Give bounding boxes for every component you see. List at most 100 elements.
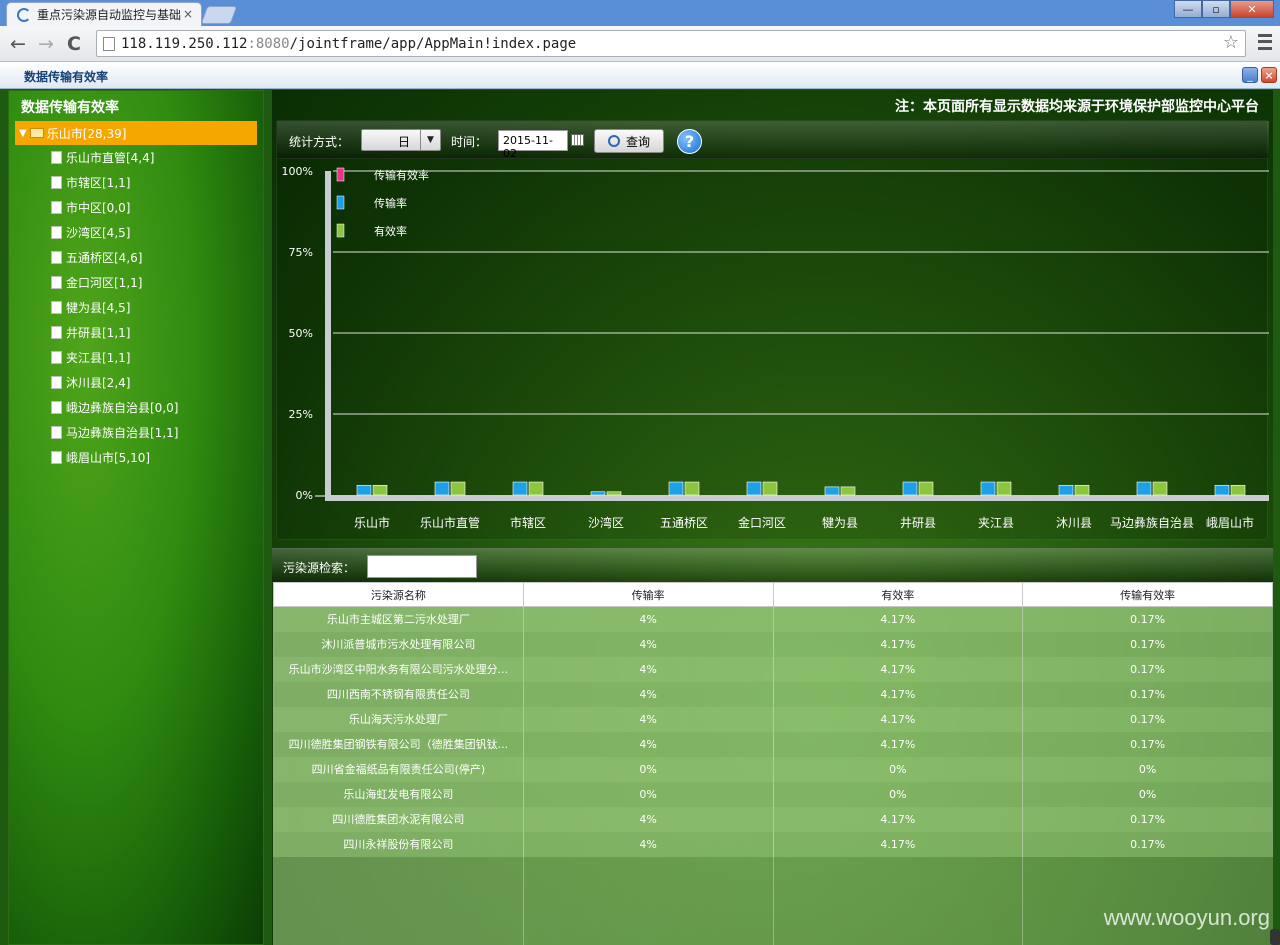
column-header-transfer-valid-rate[interactable]: 传输有效率: [1022, 582, 1273, 607]
tree-item[interactable]: 犍为县[4,5]: [15, 295, 257, 320]
expand-arrow-icon[interactable]: ▼: [19, 128, 27, 139]
search-icon: [607, 135, 620, 147]
legend-swatch: [336, 167, 345, 182]
tree-item-label: 井研县[1,1]: [66, 326, 131, 340]
tree-item[interactable]: 马边彝族自治县[1,1]: [15, 420, 257, 445]
back-button[interactable]: ←: [6, 32, 30, 56]
y-axis-line: [325, 171, 331, 501]
tree-item-label: 马边彝族自治县[1,1]: [66, 426, 179, 440]
chart-bar: [824, 486, 840, 496]
browser-tab[interactable]: 重点污染源自动监控与基础 ×: [6, 2, 202, 26]
tree-root-node[interactable]: ▼ 乐山市[28,39]: [15, 121, 257, 145]
table-row[interactable]: 四川西南不锈钢有限责任公司 4% 4.17% 0.17%: [273, 681, 1273, 707]
tree-item[interactable]: 峨眉山市[5,10]: [15, 445, 257, 470]
tab-close-icon[interactable]: ×: [183, 7, 193, 21]
table-row[interactable]: 四川德胜集团水泥有限公司 4% 4.17% 0.17%: [273, 806, 1273, 832]
app-close-button[interactable]: ×: [1261, 67, 1277, 83]
column-header-transfer-rate[interactable]: 传输率: [522, 582, 774, 607]
calendar-icon[interactable]: [571, 134, 584, 146]
x-tick-label: 金口河区: [738, 515, 786, 530]
column-header-valid-rate[interactable]: 有效率: [772, 582, 1024, 607]
tree-item[interactable]: 井研县[1,1]: [15, 320, 257, 345]
source-search-bar: 污染源检索：: [272, 548, 1273, 582]
scrollbar-handle[interactable]: [1270, 929, 1280, 945]
table-cell: 4%: [522, 656, 774, 682]
table-row[interactable]: 沐川派普城市污水处理有限公司 4% 4.17% 0.17%: [273, 631, 1273, 657]
forward-button[interactable]: →: [34, 32, 58, 56]
tree-item-label: 峨边彝族自治县[0,0]: [66, 401, 179, 415]
table-cell: 4.17%: [772, 806, 1024, 832]
y-tick-label: 100%: [282, 165, 313, 178]
chart-bar: [918, 481, 934, 496]
tree-item[interactable]: 沙湾区[4,5]: [15, 220, 257, 245]
address-bar[interactable]: 118.119.250.112:8080/jointframe/app/AppM…: [96, 30, 1246, 57]
table-cell: 0.17%: [1022, 606, 1273, 632]
new-tab-button[interactable]: [200, 6, 238, 24]
chart-bar: [1058, 484, 1074, 496]
window-close-button[interactable]: ✕: [1230, 0, 1274, 18]
y-tick-label: 0%: [296, 489, 313, 502]
chart-bar: [1074, 484, 1090, 496]
chart-bar: [762, 481, 778, 496]
table-cell: 0.17%: [1022, 656, 1273, 682]
tree-item[interactable]: 市辖区[1,1]: [15, 170, 257, 195]
table-row[interactable]: 四川永祥股份有限公司 4% 4.17% 0.17%: [273, 831, 1273, 857]
tree-item[interactable]: 市中区[0,0]: [15, 195, 257, 220]
legend-label: 传输有效率: [374, 168, 429, 182]
tree-item[interactable]: 五通桥区[4,6]: [15, 245, 257, 270]
date-input[interactable]: 2015-11-02: [498, 130, 568, 160]
query-button-label: 查询: [625, 134, 650, 149]
table-cell: 0%: [1022, 756, 1273, 782]
document-icon: [51, 226, 62, 239]
chart-bar: [996, 481, 1012, 496]
chart-bar: [606, 491, 622, 496]
watermark: www.wooyun.org: [1103, 905, 1270, 930]
source-search-input[interactable]: [367, 555, 477, 578]
table-cell: 4%: [522, 806, 774, 832]
window-minimize-button[interactable]: —: [1174, 0, 1202, 18]
browser-toolbar: ← → C 118.119.250.112:8080/jointframe/ap…: [0, 26, 1280, 62]
browser-menu-icon[interactable]: [1258, 34, 1272, 50]
table-row[interactable]: 乐山市主城区第二污水处理厂 4% 4.17% 0.17%: [273, 606, 1273, 632]
tree-item-label: 乐山市直管[4,4]: [66, 151, 155, 165]
table-cell: 0.17%: [1022, 681, 1273, 707]
table-cell: 0%: [522, 781, 774, 807]
document-icon: [51, 326, 62, 339]
x-tick-label: 犍为县: [822, 516, 858, 530]
table-row[interactable]: 乐山海虹发电有限公司 0% 0% 0%: [273, 781, 1273, 807]
pollution-source-table-panel: 污染源检索： 污染源名称 传输率 有效率 传输有效率 乐山市主城区第二污水处理厂…: [272, 548, 1273, 945]
chart-bar: [668, 481, 684, 496]
table-cell: 4%: [522, 631, 774, 657]
chart-axis: 0% 25% 50% 75% 100% 乐山市 乐山市直管 市辖区 沙湾区 五通桥区 金口河区 犍为县…: [282, 165, 1269, 530]
chart-bar: [980, 481, 996, 496]
tree-item[interactable]: 金口河区[1,1]: [15, 270, 257, 295]
chevron-down-icon[interactable]: ▼: [420, 130, 440, 150]
stat-mode-select[interactable]: 日 ▼: [361, 129, 441, 151]
x-tick-label: 市辖区: [510, 515, 546, 530]
reload-button[interactable]: C: [62, 32, 86, 56]
tree-item[interactable]: 乐山市直管[4,4]: [15, 145, 257, 170]
query-button[interactable]: 查询: [594, 129, 664, 153]
table-row[interactable]: 乐山海天污水处理厂 4% 4.17% 0.17%: [273, 706, 1273, 732]
chart-bar: [1230, 484, 1246, 496]
bookmark-star-icon[interactable]: ☆: [1223, 32, 1239, 53]
table-row[interactable]: 四川省金福纸品有限责任公司(停产) 0% 0% 0%: [273, 756, 1273, 782]
window-controls: — ▫ ✕: [1174, 0, 1274, 18]
window-maximize-button[interactable]: ▫: [1202, 0, 1230, 18]
help-icon[interactable]: ?: [677, 129, 702, 154]
chart-bar: [1152, 481, 1168, 496]
table-cell: 4.17%: [772, 656, 1024, 682]
app-minimize-button[interactable]: _: [1242, 67, 1258, 83]
column-header-name[interactable]: 污染源名称: [273, 582, 524, 607]
table-cell: 0%: [522, 756, 774, 782]
table-row[interactable]: 乐山市沙湾区中阳水务有限公司污水处理分... 4% 4.17% 0.17%: [273, 656, 1273, 682]
x-axis-line: [325, 495, 1269, 501]
document-icon: [51, 301, 62, 314]
table-row[interactable]: 四川德胜集团钢铁有限公司（德胜集团钒钛... 4% 4.17% 0.17%: [273, 731, 1273, 757]
x-tick-label: 乐山市直管: [420, 515, 480, 530]
tree-item[interactable]: 沐川县[2,4]: [15, 370, 257, 395]
document-icon: [51, 151, 62, 164]
chart-bar: [1136, 481, 1152, 496]
tree-item[interactable]: 峨边彝族自治县[0,0]: [15, 395, 257, 420]
tree-item[interactable]: 夹江县[1,1]: [15, 345, 257, 370]
